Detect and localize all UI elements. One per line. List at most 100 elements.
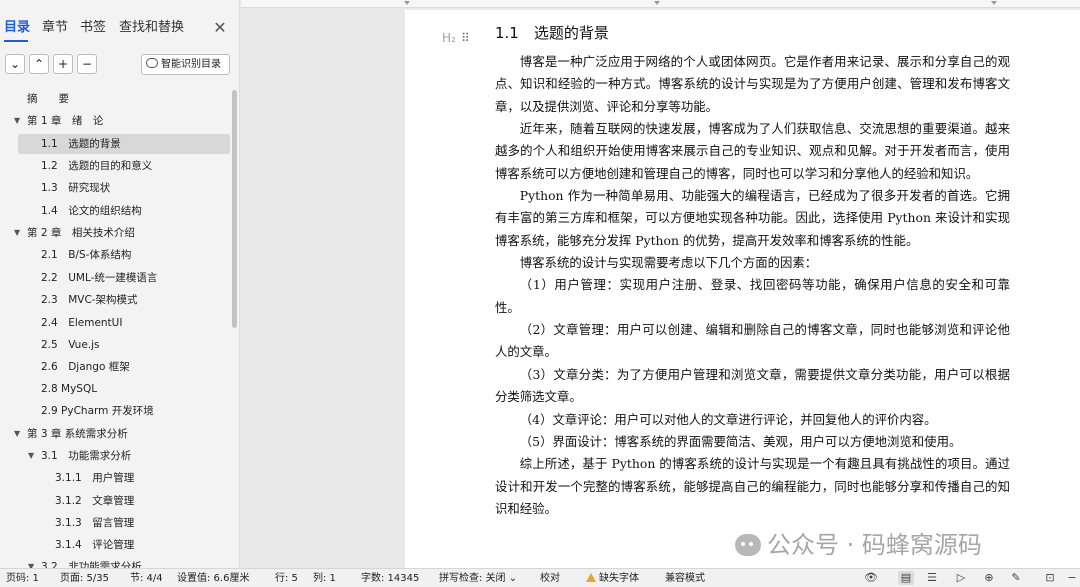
document-body[interactable]: 博客是一种广泛应用于网络的个人或团体网页。它是作者用来记录、展示和分享自己的观点…	[495, 51, 1010, 520]
paragraph[interactable]: （5）界面设计：博客系统的界面需要简洁、美观，用户可以方便地浏览和使用。	[495, 431, 1010, 453]
paragraph[interactable]: 博客是一种广泛应用于网络的个人或团体网页。它是作者用来记录、展示和分享自己的观点…	[495, 51, 1010, 118]
toc-item-3-1-3[interactable]: 3.1.3 留言管理	[18, 513, 230, 533]
toc-item-label: 2.4 ElementUI	[41, 317, 123, 329]
paragraph[interactable]: （3）文章分类：为了方便用户管理和浏览文章，需要提供文章分类功能，用户可以根据分…	[495, 364, 1010, 409]
toc-item-abstract[interactable]: 摘 要	[18, 89, 230, 109]
status-page-number: 页码: 1	[6, 573, 39, 584]
toc-scrollbar-thumb[interactable]	[232, 90, 237, 328]
toc-item-label: 3.1 功能需求分析	[41, 450, 132, 462]
caret-down-icon[interactable]: ▼	[14, 424, 20, 444]
toc-item-label: 第 2 章 相关技术介绍	[27, 227, 135, 239]
chat-bubble-icon	[146, 58, 158, 68]
collapse-chevron-down-icon[interactable]: ⌄	[5, 54, 25, 74]
caret-down-icon[interactable]: ▼	[14, 111, 20, 131]
toc-item-2-9[interactable]: 2.9 PyCharm 开发环境	[18, 401, 230, 421]
ruler-left-margin-marker[interactable]	[404, 1, 410, 5]
heading-level-badge[interactable]: H₂	[442, 30, 456, 46]
add-heading-plus-icon[interactable]: +	[53, 54, 73, 74]
toc-item-1-1[interactable]: 1.1 选题的背景	[18, 134, 230, 154]
toc-item-label: 3.1.1 用户管理	[55, 472, 135, 484]
pen-icon[interactable]: ✎	[1008, 571, 1024, 585]
fit-icon[interactable]: ⊡	[1042, 571, 1058, 585]
toc-item-label: 2.5 Vue.js	[41, 339, 100, 351]
ruler-right-margin-marker[interactable]	[991, 1, 997, 5]
status-row: 行: 5	[275, 573, 298, 584]
toc-item-label: 1.1 选题的背景	[41, 138, 121, 150]
tab-bookmarks[interactable]: 书签	[80, 20, 106, 36]
paragraph[interactable]: 博客系统的设计与实现需要考虑以下几个方面的因素：	[495, 252, 1010, 274]
globe-icon[interactable]: ⊕	[981, 571, 997, 585]
tab-find-replace[interactable]: 查找和替换	[119, 20, 184, 36]
smart-toc-button[interactable]: 智能识别目录	[141, 54, 230, 75]
play-icon[interactable]: ▷	[953, 571, 969, 585]
spell-check-toggle[interactable]: 拼写检查: 关闭 ⌄	[439, 572, 517, 585]
paragraph[interactable]: （1）用户管理：实现用户注册、登录、找回密码等功能，确保用户信息的安全和可靠性。	[495, 274, 1010, 319]
document-area[interactable]: H₂ ⠿ 1.1 选题的背景 博客是一种广泛应用于网络的个人或团体网页。它是作者…	[241, 0, 1080, 568]
toc-item-3-1-2[interactable]: 3.1.2 文章管理	[18, 491, 230, 511]
navigation-panel: 目录 章节 书签 查找和替换 ✕ ⌄ ⌃ + − 智能识别目录 摘 要 ▼ 第 1…	[0, 0, 240, 568]
missing-font-button[interactable]: 缺失字体	[586, 572, 639, 585]
toc-tree: 摘 要 ▼ 第 1 章 绪 论 1.1 选题的背景 1.2 选题的目的和意义 1.…	[0, 88, 232, 568]
toc-item-2-3[interactable]: 2.3 MVC-架构模式	[18, 290, 230, 310]
zoom-out-icon[interactable]: −	[1064, 571, 1080, 585]
page-view-icon[interactable]: ▤	[898, 571, 914, 585]
caret-down-icon[interactable]: ▼	[14, 223, 20, 243]
toc-item-3-1-4[interactable]: 3.1.4 评论管理	[18, 535, 230, 555]
toc-item-3-1-1[interactable]: 3.1.1 用户管理	[18, 468, 230, 488]
paragraph[interactable]: 近年来，随着互联网的快速发展，博客成为了人们获取信息、交流思想的重要渠道。越来越…	[495, 118, 1010, 185]
tab-toc[interactable]: 目录	[4, 20, 30, 36]
paragraph[interactable]: （4）文章评论：用户可以对他人的文章进行评论，并回复他人的评价内容。	[495, 409, 1010, 431]
close-panel-icon[interactable]: ✕	[210, 18, 230, 38]
warning-icon	[586, 573, 596, 582]
toc-item-label: 摘 要	[27, 93, 69, 105]
toc-item-2-2[interactable]: 2.2 UML-统一建模语言	[18, 268, 230, 288]
toc-toolbar: ⌄ ⌃ + − 智能识别目录	[0, 54, 239, 80]
ruler-tab-marker[interactable]	[654, 1, 660, 5]
toc-item-chapter-3[interactable]: ▼ 第 3 章 系统需求分析	[14, 424, 230, 444]
section-heading[interactable]: 1.1 选题的背景	[495, 22, 609, 44]
status-page[interactable]: 页面: 5/35	[60, 572, 109, 585]
drag-handle-icon[interactable]: ⠿	[461, 30, 470, 46]
active-tab-indicator	[4, 40, 28, 42]
paragraph[interactable]: （2）文章管理：用户可以创建、编辑和删除自己的博客文章，同时也能够浏览和评论他人…	[495, 319, 1010, 364]
status-word-count[interactable]: 字数: 14345	[361, 572, 419, 585]
toc-item-2-1[interactable]: 2.1 B/S-体系结构	[18, 245, 230, 265]
toc-item-1-4[interactable]: 1.4 论文的组织结构	[18, 201, 230, 221]
toc-item-label: 2.2 UML-统一建模语言	[41, 272, 158, 284]
missing-font-label: 缺失字体	[599, 573, 639, 584]
compat-mode-button[interactable]: 兼容模式	[665, 572, 705, 585]
remove-heading-minus-icon[interactable]: −	[77, 54, 97, 74]
outline-icon[interactable]: ☰	[924, 571, 940, 585]
paragraph[interactable]: 综上所述，基于 Python 的博客系统的设计与实现是一个有趣且具有挑战性的项目…	[495, 453, 1010, 520]
caret-down-icon[interactable]: ▼	[28, 446, 34, 466]
toc-item-2-4[interactable]: 2.4 ElementUI	[18, 313, 230, 333]
toc-item-label: 2.1 B/S-体系结构	[41, 249, 132, 261]
toc-item-3-1[interactable]: ▼ 3.1 功能需求分析	[18, 446, 230, 466]
caret-down-icon[interactable]: ▼	[28, 557, 34, 568]
toc-item-1-2[interactable]: 1.2 选题的目的和意义	[18, 156, 230, 176]
nav-tabs: 目录 章节 书签 查找和替换 ✕	[0, 0, 239, 44]
status-section: 节: 4/4	[130, 573, 163, 584]
paragraph[interactable]: Python 作为一种简单易用、功能强大的编程语言，已经成为了很多开发者的首选。…	[495, 185, 1010, 252]
expand-chevron-up-icon[interactable]: ⌃	[29, 54, 49, 74]
toc-item-2-6[interactable]: 2.6 Django 框架	[18, 357, 230, 377]
toc-item-label: 1.2 选题的目的和意义	[41, 160, 153, 172]
horizontal-ruler[interactable]	[241, 0, 1080, 8]
toc-item-chapter-2[interactable]: ▼ 第 2 章 相关技术介绍	[14, 223, 230, 243]
toc-item-1-3[interactable]: 1.3 研究现状	[18, 178, 230, 198]
toc-item-label: 3.1.2 文章管理	[55, 495, 135, 507]
eye-icon[interactable]: 👁	[863, 571, 879, 585]
proofread-button[interactable]: 校对	[540, 572, 560, 585]
toc-item-label: 3.1.3 留言管理	[55, 517, 135, 529]
toc-item-3-2[interactable]: ▼ 3.2 非功能需求分析	[18, 557, 230, 568]
document-page[interactable]: H₂ ⠿ 1.1 选题的背景 博客是一种广泛应用于网络的个人或团体网页。它是作者…	[405, 10, 1080, 568]
toc-item-2-5[interactable]: 2.5 Vue.js	[18, 335, 230, 355]
toc-item-label: 2.3 MVC-架构模式	[41, 294, 138, 306]
toc-item-chapter-1[interactable]: ▼ 第 1 章 绪 论	[14, 111, 230, 131]
status-bar: 页码: 1 页面: 5/35 节: 4/4 设置值: 6.6厘米 行: 5 列:…	[0, 568, 1080, 587]
toc-item-label: 2.8 MySQL	[41, 383, 98, 395]
toc-item-2-8[interactable]: 2.8 MySQL	[18, 379, 230, 399]
chevron-down-icon: ⌄	[508, 573, 518, 584]
tab-chapters[interactable]: 章节	[42, 20, 68, 36]
toc-item-label: 1.3 研究现状	[41, 182, 111, 194]
